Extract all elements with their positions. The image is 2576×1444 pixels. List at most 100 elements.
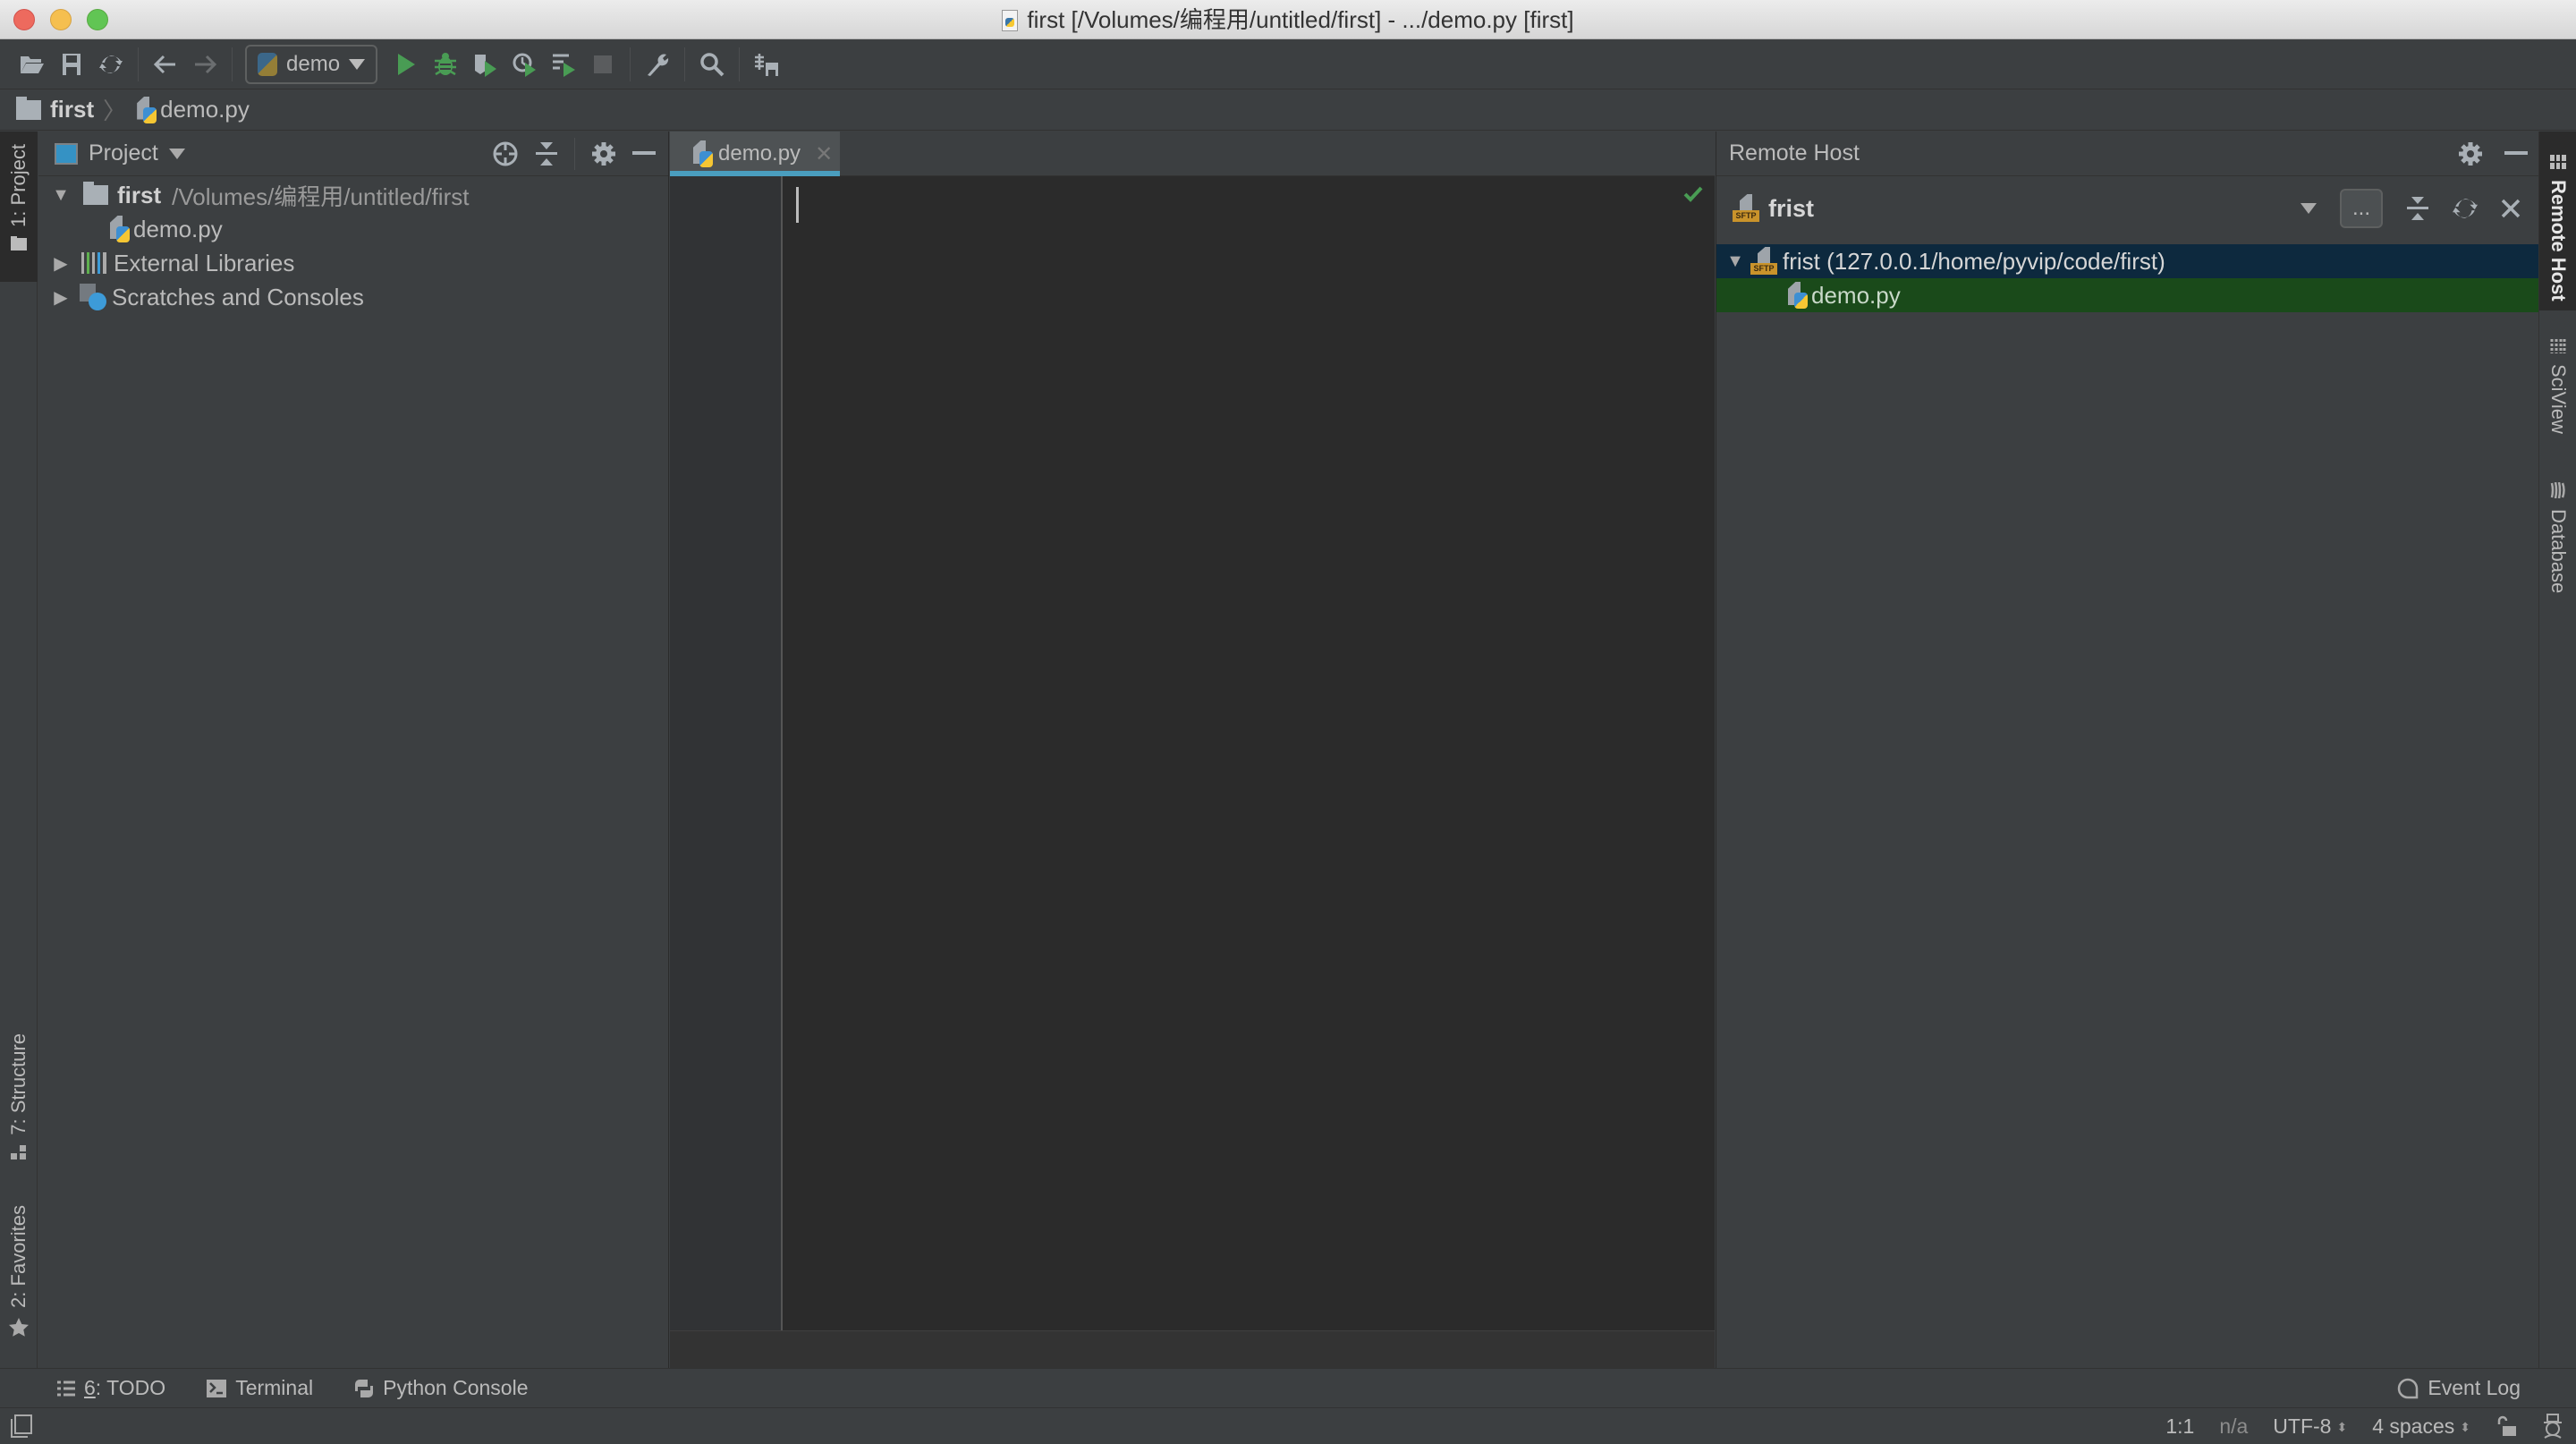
run-button[interactable] bbox=[386, 45, 426, 84]
toolbar-separator bbox=[684, 47, 686, 81]
tool-tab-label: 7: Structure bbox=[7, 1033, 30, 1135]
settings-button[interactable] bbox=[638, 45, 677, 84]
main-toolbar: demo bbox=[0, 39, 2576, 89]
concurrency-diagram-button[interactable] bbox=[544, 45, 583, 84]
code-editor[interactable] bbox=[784, 176, 1715, 1330]
tree-node-label: first bbox=[117, 181, 162, 208]
scratches-icon bbox=[80, 284, 106, 310]
caret-position[interactable]: 1:1 bbox=[2165, 1414, 2194, 1439]
tool-tab-label: 2: Favorites bbox=[7, 1205, 30, 1308]
chevron-down-icon[interactable] bbox=[2301, 203, 2317, 214]
tool-tab-database[interactable]: Database bbox=[2539, 463, 2576, 615]
profile-button[interactable] bbox=[504, 45, 544, 84]
chevron-down-icon[interactable] bbox=[168, 148, 185, 159]
tool-tab-python-console[interactable]: Python Console bbox=[354, 1376, 529, 1400]
debug-button[interactable] bbox=[426, 45, 465, 84]
python-file-icon bbox=[1786, 282, 1808, 309]
search-everywhere-button[interactable] bbox=[692, 45, 732, 84]
open-folder-icon bbox=[21, 55, 44, 73]
gear-icon[interactable] bbox=[2458, 141, 2483, 166]
tool-tab-favorites[interactable]: 2: Favorites bbox=[0, 1205, 38, 1357]
collapse-all-icon[interactable] bbox=[2406, 195, 2429, 222]
tool-tab-project[interactable]: 1: Project bbox=[0, 132, 38, 282]
unlock-icon[interactable] bbox=[2496, 1415, 2517, 1437]
todo-list-icon bbox=[57, 1380, 75, 1396]
project-view-selector[interactable]: Project bbox=[89, 140, 158, 166]
forward-button[interactable] bbox=[185, 45, 225, 84]
python-icon bbox=[258, 52, 277, 76]
tool-tab-remote-host[interactable]: Remote Host bbox=[2539, 132, 2576, 310]
tree-node-project-root[interactable]: ▼ first /Volumes/编程用/untitled/first bbox=[38, 178, 668, 212]
toolbar-separator bbox=[138, 47, 139, 81]
remote-tree-node-root[interactable]: ▼ frist (127.0.0.1/home/pyvip/code/first… bbox=[1716, 244, 2538, 278]
python-console-tab-label: Python Console bbox=[383, 1376, 529, 1399]
breadcrumb-item-project[interactable]: first bbox=[50, 96, 94, 123]
tool-tab-label: SciView bbox=[2547, 364, 2570, 434]
todo-label-text: : TODO bbox=[95, 1376, 166, 1399]
database-icon bbox=[2550, 482, 2565, 498]
tool-tab-terminal[interactable]: Terminal bbox=[207, 1376, 313, 1400]
synchronize-button[interactable] bbox=[91, 45, 131, 84]
close-tab-icon[interactable]: ✕ bbox=[815, 141, 833, 167]
indent-label: 4 spaces bbox=[2372, 1414, 2455, 1438]
stop-icon bbox=[594, 55, 613, 73]
tool-tab-label: 1: Project bbox=[7, 144, 30, 227]
project-tool-window: Project ▼ first /Volumes/编程用/untitled/fi… bbox=[38, 132, 669, 1368]
tree-node-external-libraries[interactable]: ▶ External Libraries bbox=[38, 246, 668, 280]
breadcrumb-item-file[interactable]: demo.py bbox=[160, 96, 250, 123]
search-icon bbox=[700, 52, 724, 76]
gear-icon[interactable] bbox=[591, 141, 616, 166]
remote-tree-node-file[interactable]: demo.py bbox=[1716, 278, 2538, 312]
tool-tab-structure[interactable]: 7: Structure bbox=[0, 1033, 38, 1185]
toggle-tool-windows-icon[interactable] bbox=[11, 1414, 32, 1438]
tool-tab-label: Database bbox=[2547, 509, 2570, 594]
project-panel-header: Project bbox=[38, 132, 668, 176]
tool-tab-todo[interactable]: 6: TODO bbox=[57, 1376, 165, 1400]
locate-file-icon[interactable] bbox=[492, 140, 519, 167]
forward-icon bbox=[195, 55, 217, 73]
checkmark-icon[interactable] bbox=[1682, 183, 1704, 205]
remote-deployment-button[interactable] bbox=[747, 45, 786, 84]
save-button[interactable] bbox=[52, 45, 91, 84]
run-configuration-select[interactable]: demo bbox=[245, 44, 378, 84]
file-encoding-selector[interactable]: UTF-8 ⬍ bbox=[2273, 1414, 2347, 1439]
tool-tab-event-log[interactable]: Event Log bbox=[2397, 1376, 2521, 1400]
libraries-icon bbox=[81, 252, 106, 274]
expand-arrow-icon[interactable]: ▼ bbox=[47, 185, 74, 206]
profile-icon bbox=[513, 53, 537, 77]
python-console-icon bbox=[355, 1379, 374, 1397]
sftp-server-icon bbox=[1733, 194, 1759, 223]
editor-tab-demo-py[interactable]: demo.py ✕ bbox=[670, 132, 840, 176]
open-button[interactable] bbox=[13, 45, 52, 84]
tool-tab-sciview[interactable]: SciView bbox=[2539, 319, 2576, 454]
hector-inspector-icon[interactable] bbox=[2542, 1414, 2563, 1439]
structure-icon bbox=[11, 1144, 26, 1159]
close-icon[interactable] bbox=[2501, 199, 2521, 218]
refresh-icon[interactable] bbox=[2453, 196, 2478, 221]
hide-panel-icon[interactable] bbox=[632, 150, 656, 157]
back-button[interactable] bbox=[146, 45, 185, 84]
server-select[interactable]: frist bbox=[1768, 195, 1814, 223]
tree-node-file[interactable]: demo.py bbox=[38, 212, 668, 246]
tree-node-label: Scratches and Consoles bbox=[112, 283, 364, 310]
remote-host-icon bbox=[2550, 155, 2566, 169]
sync-icon bbox=[99, 55, 123, 73]
event-log-label: Event Log bbox=[2428, 1376, 2521, 1399]
event-log-icon bbox=[2398, 1378, 2419, 1398]
expand-arrow-icon[interactable]: ▶ bbox=[47, 286, 74, 309]
expand-arrow-icon[interactable]: ▶ bbox=[47, 252, 74, 275]
sciview-icon bbox=[2550, 339, 2566, 353]
indent-selector[interactable]: 4 spaces ⬍ bbox=[2372, 1414, 2470, 1439]
run-with-coverage-button[interactable] bbox=[465, 45, 504, 84]
expand-arrow-icon[interactable]: ▼ bbox=[1725, 251, 1745, 272]
remote-tree-node-label: demo.py bbox=[1811, 281, 1901, 309]
toolbar-separator bbox=[739, 47, 741, 81]
text-caret bbox=[796, 187, 799, 223]
browse-servers-button[interactable]: ... bbox=[2340, 189, 2383, 228]
stop-button[interactable] bbox=[583, 45, 623, 84]
hide-panel-icon[interactable] bbox=[2504, 150, 2528, 157]
collapse-all-icon[interactable] bbox=[535, 140, 558, 167]
terminal-tab-label: Terminal bbox=[235, 1376, 314, 1399]
window-title: first [/Volumes/编程用/untitled/first] - ..… bbox=[0, 0, 2576, 39]
tree-node-scratches[interactable]: ▶ Scratches and Consoles bbox=[38, 280, 668, 314]
